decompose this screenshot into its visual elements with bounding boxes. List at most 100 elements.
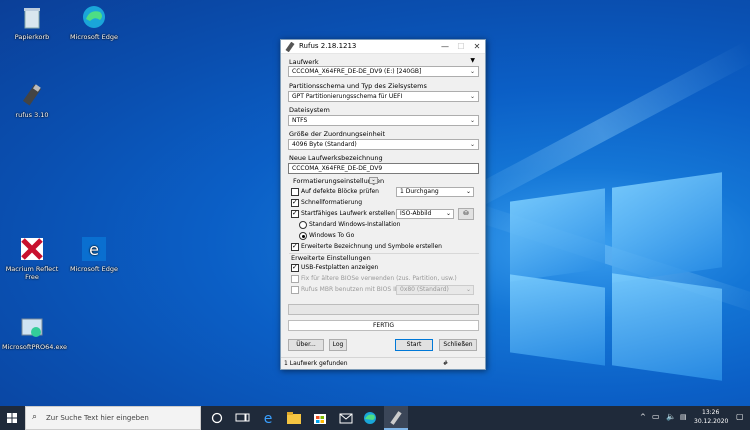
desktop-icon-rufus[interactable]: rufus 3.10: [2, 82, 62, 119]
windows-logo-pane: [612, 273, 722, 381]
window-title: Rufus 2.18.1213: [299, 42, 357, 50]
windows-logo-pane: [510, 188, 605, 282]
windows-to-go-label: Windows To Go: [309, 232, 355, 239]
installer-icon: [19, 314, 45, 340]
system-tray: ^ ▭ 🔈 ▤ 13:26 30.12.2020 ▢: [640, 406, 750, 430]
chevron-down-icon: ⌄: [465, 286, 471, 293]
boot-type-select[interactable]: ISO-Abbild ⌄: [396, 209, 454, 219]
chevron-down-icon: ⌄: [469, 141, 475, 148]
start-button[interactable]: Start: [395, 339, 433, 351]
standard-install-label: Standard Windows-Installation: [309, 221, 401, 228]
disc-drive-icon: ⛁: [463, 210, 469, 217]
network-icon[interactable]: ▭: [652, 412, 660, 421]
taskbar-explorer[interactable]: [282, 406, 306, 430]
svg-text:e: e: [89, 240, 99, 259]
usb-hdd-checkbox[interactable]: [291, 263, 299, 272]
about-button[interactable]: Über...: [288, 339, 324, 351]
search-icon: ⌕: [32, 412, 38, 422]
taskbar: ⌕ Zur Suche Text hier eingeben e ^ ▭ 🔈 ▤…: [0, 406, 750, 430]
title-bar[interactable]: Rufus 2.18.1213 — ☐ ✕: [281, 40, 485, 54]
filesystem-label: Dateisystem: [289, 106, 330, 114]
bios-id-select[interactable]: 0x80 (Standard) ⌄: [396, 285, 474, 295]
desktop-icon-installer[interactable]: MicrosoftPRO64.exe: [2, 314, 67, 351]
recycle-bin-icon: [19, 4, 45, 30]
format-options-toggle[interactable]: ⌄: [369, 177, 378, 184]
taskbar-edge[interactable]: e: [256, 406, 280, 430]
select-iso-button[interactable]: ⛁: [458, 208, 474, 220]
close-window-button[interactable]: ✕: [469, 40, 485, 54]
close-button[interactable]: Schließen: [439, 339, 477, 351]
filesystem-select[interactable]: NTFS ⌄: [288, 115, 479, 126]
taskbar-store[interactable]: [308, 406, 332, 430]
edge-icon: [364, 412, 376, 424]
cluster-size-label: Größe der Zuordnungseinheit: [289, 130, 386, 138]
status-bar: 1 Laufwerk gefunden #: [281, 357, 485, 369]
desktop-icon-edge-legacy[interactable]: e Microsoft Edge: [64, 236, 124, 273]
task-view-icon: [211, 412, 223, 424]
start-button-windows[interactable]: [0, 406, 24, 430]
usb-drive-icon: [390, 411, 402, 425]
edge-legacy-icon: e: [81, 236, 107, 262]
svg-text:e: e: [264, 411, 273, 427]
clock-date[interactable]: 30.12.2020: [694, 418, 728, 425]
fix-bios-checkbox[interactable]: [291, 275, 299, 283]
minimize-button[interactable]: —: [437, 40, 453, 54]
chevron-up-icon[interactable]: ^: [640, 413, 646, 421]
desktop: Papierkorb Microsoft Edge rufus 3.10 Mac…: [0, 0, 750, 406]
desktop-icon-recycle-bin[interactable]: Papierkorb: [2, 4, 62, 41]
rufus-mbr-checkbox[interactable]: [291, 286, 299, 294]
partition-select[interactable]: GPT Partitionierungsschema für UEFI ⌄: [288, 91, 479, 102]
extended-label-checkbox[interactable]: [291, 242, 299, 251]
windows-logo-pane: [612, 172, 722, 283]
drive-properties-arrow-icon[interactable]: ▼: [470, 57, 475, 64]
windows-logo-pane: [510, 274, 605, 366]
timeline-icon: [235, 413, 250, 422]
macrium-icon: [19, 236, 45, 262]
drive-select[interactable]: CCCOMA_X64FRE_DE-DE_DV9 (E:) [240GB] ⌄: [288, 66, 479, 77]
folder-icon: [287, 412, 301, 424]
passes-select[interactable]: 1 Durchgang ⌄: [396, 187, 474, 197]
maximize-button[interactable]: ☐: [453, 40, 469, 54]
task-view-button[interactable]: [205, 406, 229, 430]
taskbar-edge-chromium[interactable]: [358, 406, 382, 430]
taskbar-timeline[interactable]: [230, 406, 254, 430]
notification-icon[interactable]: ▢: [736, 412, 744, 421]
rufus-app-icon: [285, 41, 295, 53]
cluster-size-select[interactable]: 4096 Byte (Standard) ⌄: [288, 139, 479, 150]
speaker-icon[interactable]: 🔈: [666, 412, 676, 421]
clock-time[interactable]: 13:26: [702, 409, 719, 416]
chevron-down-icon: ⌄: [465, 188, 471, 195]
bootable-label: Startfähiges Laufwerk erstellen mit: [301, 210, 407, 217]
usb-drive-icon: [19, 82, 45, 108]
drive-count-text: 1 Laufwerk gefunden: [284, 360, 348, 367]
mail-icon: [339, 413, 353, 424]
windows-to-go-radio[interactable]: [299, 232, 307, 240]
taskbar-search-box[interactable]: ⌕ Zur Suche Text hier eingeben: [25, 406, 201, 430]
edge-legacy-icon: e: [264, 411, 273, 427]
fix-bios-label: Fix für ältere BIOSe verwenden (zus. Par…: [301, 275, 457, 282]
usb-hdd-label: USB-Festplatten anzeigen: [301, 264, 379, 271]
status-field: FERTIG: [288, 320, 479, 331]
chevron-down-icon: ⌄: [469, 93, 475, 100]
language-indicator[interactable]: ▤: [680, 413, 687, 421]
bad-blocks-checkbox[interactable]: [291, 188, 299, 196]
desktop-icon-macrium[interactable]: Macrium Reflect Free: [2, 236, 62, 281]
hash-indicator[interactable]: #: [443, 360, 448, 367]
log-button[interactable]: Log: [329, 339, 347, 351]
chevron-down-icon: ⌄: [469, 68, 475, 75]
bad-blocks-label: Auf defekte Blöcke prüfen: [301, 188, 379, 195]
taskbar-mail[interactable]: [334, 406, 358, 430]
search-placeholder: Zur Suche Text hier eingeben: [46, 414, 149, 422]
quick-format-checkbox[interactable]: [291, 198, 299, 207]
desktop-icon-edge[interactable]: Microsoft Edge: [64, 4, 124, 41]
volume-label-input[interactable]: CCCOMA_X64FRE_DE-DE_DV9: [288, 163, 479, 174]
edge-icon: [81, 4, 107, 30]
quick-format-label: Schnellformatierung: [301, 199, 362, 206]
rufus-window: Rufus 2.18.1213 — ☐ ✕ Laufwerk ▼ CCCOMA_…: [280, 39, 486, 370]
taskbar-rufus[interactable]: [384, 406, 408, 430]
standard-install-radio[interactable]: [299, 221, 307, 229]
bootable-checkbox[interactable]: [291, 209, 299, 218]
advanced-options-heading: Erweiterte Einstellungen: [291, 254, 371, 262]
progress-bar: [288, 304, 479, 315]
windows-start-icon: [7, 413, 17, 423]
